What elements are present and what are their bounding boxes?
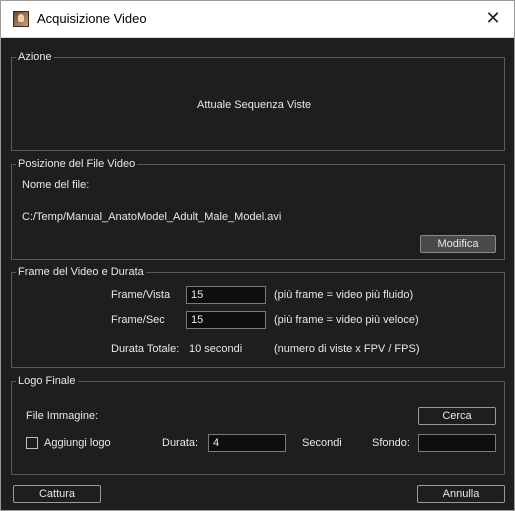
frame-duration-legend: Frame del Video e Durata xyxy=(16,265,146,279)
aggiungi-logo-checkbox[interactable] xyxy=(26,437,38,449)
logo-legend: Logo Finale xyxy=(16,374,78,388)
title-bar: Acquisizione Video ✕ xyxy=(1,1,514,38)
durata-label: Durata: xyxy=(162,437,199,449)
sfondo-color-field[interactable] xyxy=(418,434,496,452)
durata-input[interactable] xyxy=(208,434,286,452)
file-path: C:/Temp/Manual_AnatoModel_Adult_Male_Mod… xyxy=(22,211,282,223)
video-capture-dialog: Acquisizione Video ✕ Azione Attuale Sequ… xyxy=(0,0,515,511)
azione-legend: Azione xyxy=(16,50,54,64)
frame-vista-hint: (più frame = video più fluido) xyxy=(274,289,414,301)
secondi-label: Secondi xyxy=(302,437,342,449)
frame-vista-label: Frame/Vista xyxy=(111,289,171,301)
logo-group: Logo Finale File Immagine: Cerca Aggiung… xyxy=(11,374,505,475)
app-icon xyxy=(13,11,29,27)
frame-sec-label: Frame/Sec xyxy=(111,314,165,326)
durata-totale-value: 10 secondi xyxy=(189,343,243,355)
frame-duration-group: Frame del Video e Durata Frame/Vista (pi… xyxy=(11,265,505,368)
durata-totale-hint: (numero di viste x FPV / FPS) xyxy=(274,343,420,355)
file-position-group: Posizione del File Video Nome del file: … xyxy=(11,157,505,260)
aggiungi-logo-label[interactable]: Aggiungi logo xyxy=(44,437,111,449)
file-position-legend: Posizione del File Video xyxy=(16,157,138,171)
modify-button[interactable]: Modifica xyxy=(420,235,496,253)
annulla-button[interactable]: Annulla xyxy=(417,485,505,503)
close-button[interactable]: ✕ xyxy=(482,7,504,29)
frame-vista-input[interactable] xyxy=(186,286,266,304)
azione-text: Attuale Sequenza Viste xyxy=(197,99,312,111)
file-immagine-label: File Immagine: xyxy=(26,410,99,422)
frame-sec-hint: (più frame = video più veloce) xyxy=(274,314,419,326)
azione-group: Azione Attuale Sequenza Viste xyxy=(11,50,505,151)
durata-totale-label: Durata Totale: xyxy=(111,343,180,355)
filename-label: Nome del file: xyxy=(22,179,90,191)
cerca-button[interactable]: Cerca xyxy=(418,407,496,425)
cattura-button[interactable]: Cattura xyxy=(13,485,101,503)
sfondo-label: Sfondo: xyxy=(372,437,410,449)
frame-sec-input[interactable] xyxy=(186,311,266,329)
window-title: Acquisizione Video xyxy=(37,11,147,26)
